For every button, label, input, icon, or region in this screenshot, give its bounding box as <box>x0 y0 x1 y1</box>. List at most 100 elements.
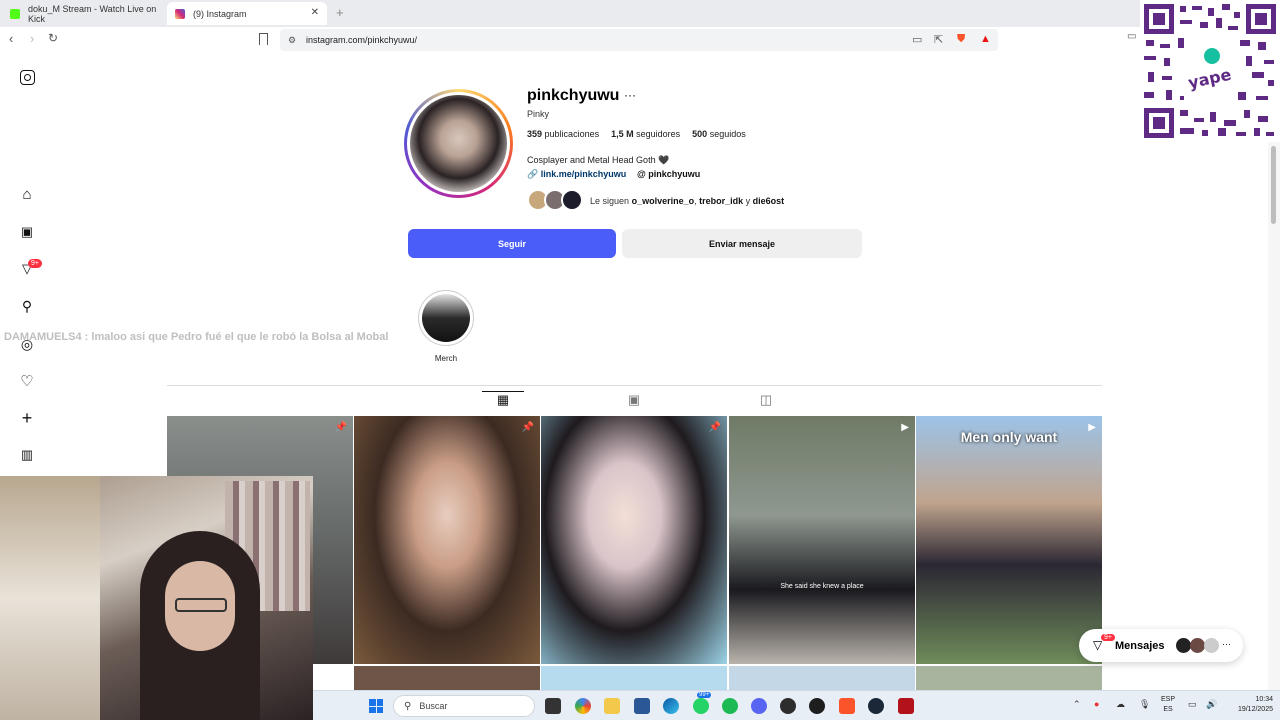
display-icon[interactable]: ▭ <box>1188 699 1197 710</box>
browser-toolbar: ‹ › ↻ ⚙ instagram.com/pinkchyuwu/ ▭ ⇱ ⛊ … <box>0 27 1140 53</box>
new-tab-icon[interactable]: + <box>336 5 344 20</box>
brave-rewards-icon[interactable]: ▲ <box>980 33 991 45</box>
more-options-icon[interactable]: ··· <box>624 88 636 102</box>
steam-icon[interactable] <box>868 698 884 714</box>
profile-username: pinkchyuwu <box>527 87 620 104</box>
system-clock[interactable]: 10:34 19/12/2025 <box>1233 695 1273 715</box>
brave-icon[interactable] <box>839 698 855 714</box>
tray-app-icon[interactable]: ● <box>1094 699 1099 709</box>
whatsapp-icon[interactable] <box>693 698 709 714</box>
post-tile[interactable] <box>354 666 540 690</box>
close-icon[interactable]: ✕ <box>311 7 319 18</box>
avatar <box>1190 638 1205 653</box>
search-icon: ⚲ <box>404 700 412 712</box>
tab-tagged[interactable]: ◫ <box>745 392 787 416</box>
send-message-button[interactable]: Enviar mensaje <box>622 229 862 258</box>
dashboard-icon[interactable]: ▥ <box>19 447 35 463</box>
store-icon[interactable] <box>634 698 650 714</box>
streamer-webcam <box>0 476 313 720</box>
create-icon[interactable]: + <box>19 408 35 428</box>
copilot-icon[interactable] <box>575 698 591 714</box>
following-stat[interactable]: 500 seguidos <box>692 129 746 139</box>
browser-tab-bar: doku_M Stream - Watch Live on Kick (9) I… <box>0 0 1280 27</box>
back-icon[interactable]: ‹ <box>9 31 13 46</box>
edge-icon[interactable] <box>663 698 679 714</box>
tab-label: doku_M Stream - Watch Live on Kick <box>28 3 157 24</box>
volume-icon[interactable]: 🔊 <box>1206 699 1217 710</box>
obs-icon[interactable] <box>809 698 825 714</box>
scrollbar-thumb[interactable] <box>1271 146 1276 224</box>
highlight-label: Merch <box>434 354 458 363</box>
post-tile[interactable] <box>729 666 915 690</box>
tab-label: (9) Instagram <box>193 8 247 19</box>
pin-icon: 📌 <box>708 422 721 433</box>
tab-posts[interactable]: ▦ <box>482 391 524 415</box>
spotify-icon[interactable] <box>722 698 738 714</box>
messages-label: Mensajes <box>1115 639 1165 652</box>
messages-icon: ▽ <box>1093 638 1103 652</box>
reels-icon[interactable]: ▣ <box>19 224 35 240</box>
reels-icon: ▣ <box>627 392 641 407</box>
mutual-followers-avatars[interactable] <box>527 189 587 211</box>
threads-link[interactable]: @ pinkchyuwu <box>637 169 700 179</box>
xbox-icon[interactable] <box>780 698 796 714</box>
reel-icon: ▶ <box>901 422 909 433</box>
task-view-icon[interactable] <box>545 698 561 714</box>
file-explorer-icon[interactable] <box>604 698 620 714</box>
post-tile[interactable]: ▶ She said she knew a place <box>729 416 915 664</box>
profile-stats: 359 publicaciones 1,5 M seguidores 500 s… <box>527 129 746 139</box>
brave-shield-icon[interactable]: ⛊ <box>957 33 965 46</box>
followers-stat[interactable]: 1,5 M seguidores <box>611 129 680 139</box>
tab-instagram[interactable]: (9) Instagram ✕ <box>167 2 327 25</box>
follow-button[interactable]: Seguir <box>408 229 616 258</box>
page-scrollbar[interactable] <box>1268 142 1280 690</box>
profile-link[interactable]: 🔗 link.me/pinkchyuwu <box>527 169 626 180</box>
followed-by-text[interactable]: Le siguen o_wolverine_o, trebor_idk y di… <box>590 196 784 206</box>
dota-icon[interactable] <box>898 698 914 714</box>
tray-network-icon[interactable]: ☁ <box>1116 699 1125 710</box>
post-tile[interactable] <box>541 666 727 690</box>
bookmark-icon[interactable] <box>259 33 268 45</box>
avatar <box>1176 638 1191 653</box>
cast-icon[interactable]: ▭ <box>912 33 922 46</box>
story-highlight[interactable] <box>418 290 474 346</box>
tray-chevron-icon[interactable]: ⌃ <box>1073 699 1081 710</box>
search-icon[interactable]: ⚲ <box>19 298 35 314</box>
kick-favicon-icon <box>10 8 20 19</box>
profile-avatar[interactable] <box>404 89 513 198</box>
search-placeholder: Buscar <box>419 701 448 711</box>
post-tile[interactable]: ▶ Men only want <box>916 416 1102 664</box>
windows-taskbar: ⚲ Buscar ⌃ ● ☁ 🎙 ESP ES ▭ 🔊 10:34 19/12/… <box>313 690 1280 720</box>
instagram-favicon-icon <box>175 8 185 19</box>
profile-bio: Cosplayer and Metal Head Goth 🖤 <box>527 155 670 165</box>
reload-icon[interactable]: ↻ <box>48 31 58 45</box>
pin-icon: 📌 <box>521 422 534 433</box>
taskbar-search[interactable]: ⚲ Buscar <box>393 695 535 717</box>
post-tile[interactable]: 📌 <box>541 416 727 664</box>
forward-icon[interactable]: › <box>30 31 34 46</box>
messages-badge: 9+ <box>1101 634 1115 641</box>
tab-reels[interactable]: ▣ <box>613 392 655 416</box>
sidebar-toggle-icon[interactable]: ▭ <box>1127 31 1136 42</box>
avatar <box>561 189 583 211</box>
yape-qr-code: yape <box>1140 0 1280 142</box>
profile-tabs: ▦ ▣ ◫ <box>167 385 1102 415</box>
instagram-logo-icon[interactable] <box>19 69 35 85</box>
profile-full-name: Pinky <box>527 109 550 119</box>
post-tile[interactable] <box>916 666 1102 690</box>
home-icon[interactable]: ⌂ <box>19 186 35 203</box>
language-indicator[interactable]: ESP ES <box>1161 695 1175 715</box>
post-tile[interactable]: 📌 <box>354 416 540 664</box>
discord-icon[interactable] <box>751 698 767 714</box>
site-info-icon[interactable]: ⚙ <box>288 35 296 46</box>
share-icon[interactable]: ⇱ <box>934 33 943 46</box>
whatsapp-badge: 99+ <box>697 692 712 698</box>
more-icon[interactable]: ··· <box>1222 639 1231 649</box>
post-caption: Men only want <box>960 429 1058 445</box>
tab-kick[interactable]: doku_M Stream - Watch Live on Kick <box>2 2 167 25</box>
microphone-icon[interactable]: 🎙 <box>1139 699 1150 710</box>
start-icon[interactable] <box>369 699 383 713</box>
address-bar[interactable]: ⚙ instagram.com/pinkchyuwu/ ▭ ⇱ ⛊ ▲ <box>280 29 998 51</box>
messages-dock[interactable]: ▽ 9+ Mensajes ··· <box>1079 629 1243 662</box>
heart-icon[interactable]: ♡ <box>19 373 35 390</box>
